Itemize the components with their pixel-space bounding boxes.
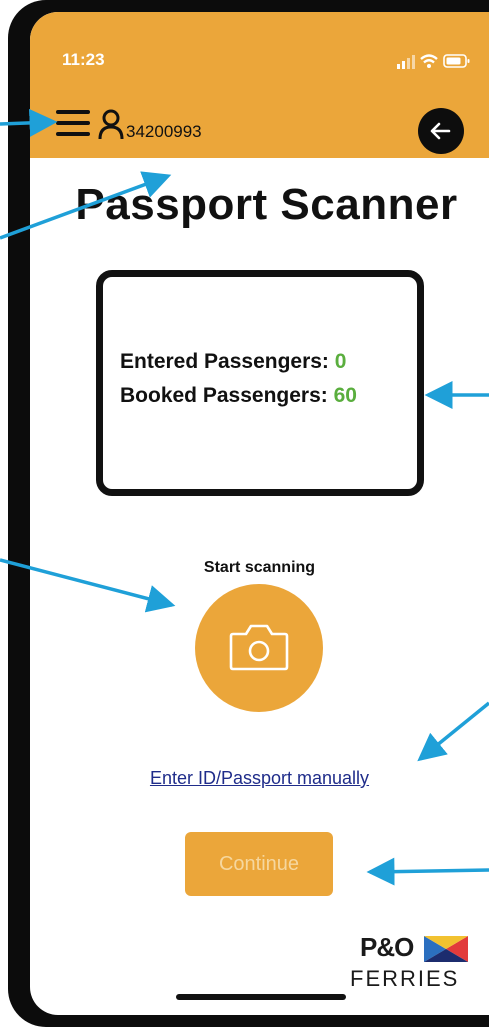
status-time: 11:23 xyxy=(62,50,105,69)
app-screen: 11:23 34200993 Passport Scanner Entered … xyxy=(30,12,489,1015)
camera-icon xyxy=(229,624,289,671)
enter-manually-link[interactable]: Enter ID/Passport manually xyxy=(30,768,489,789)
booked-passengers-label: Booked Passengers: xyxy=(120,384,334,407)
entered-passengers-label: Entered Passengers: xyxy=(120,350,335,373)
logo-text-top: P&O xyxy=(360,932,414,962)
user-id: 34200993 xyxy=(126,122,202,141)
start-scanning-label: Start scanning xyxy=(203,559,316,576)
status-icons xyxy=(389,52,470,72)
home-indicator xyxy=(176,994,346,1000)
flag-icon xyxy=(424,936,468,962)
start-scanning-button[interactable] xyxy=(195,584,323,712)
po-ferries-logo: P&O FERRIES xyxy=(346,932,476,992)
app-header: 11:23 34200993 xyxy=(30,12,489,158)
entered-passengers-value: 0 xyxy=(334,350,347,373)
continue-button[interactable]: Continue xyxy=(185,832,333,896)
entered-passengers-row: Entered Passengers: 0 xyxy=(120,350,346,374)
passenger-counts-panel: Entered Passengers: 0 Booked Passengers:… xyxy=(96,270,424,496)
logo-text-bottom: FERRIES xyxy=(350,966,460,991)
booked-passengers-value: 60 xyxy=(333,384,357,407)
booked-passengers-row: Booked Passengers: 60 xyxy=(120,384,357,408)
wifi-icon xyxy=(420,54,438,68)
hamburger-menu-icon[interactable] xyxy=(56,108,90,138)
signal-icon xyxy=(397,55,415,69)
back-button[interactable] xyxy=(418,108,464,154)
battery-icon xyxy=(443,54,470,68)
user-icon xyxy=(98,109,124,140)
back-arrow-icon xyxy=(430,122,451,140)
page-title: Passport Scanner xyxy=(75,180,458,229)
